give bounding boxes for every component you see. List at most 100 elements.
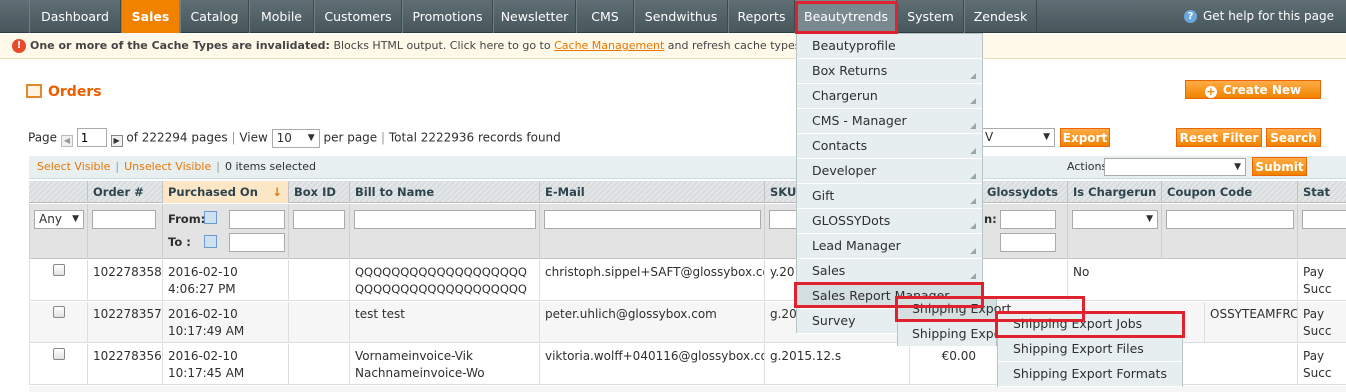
glossydots-from-input[interactable] [1000, 210, 1056, 229]
menu-label: Shipping Export Formats [1013, 366, 1167, 381]
row-checkbox[interactable] [52, 264, 65, 276]
calendar-icon[interactable] [204, 235, 217, 248]
calendar-icon[interactable] [204, 211, 217, 224]
menu-item-shipping-export-formats[interactable]: Shipping Export Formats [998, 362, 1182, 387]
filter-chargerun: ▼ [1067, 204, 1161, 259]
export-format-select[interactable]: V ▼ [980, 128, 1055, 147]
col-purchased-on[interactable]: Purchased On ↓ [162, 181, 288, 203]
status-filter-input[interactable] [1302, 210, 1346, 229]
row-checkbox[interactable] [52, 348, 65, 360]
to-label: To : [168, 235, 191, 249]
name-filter-input[interactable] [354, 210, 536, 229]
col-status[interactable]: Stat [1297, 181, 1346, 203]
per-page-select[interactable]: 10 ▼ [271, 128, 320, 148]
error-icon: ! [12, 39, 26, 53]
glossydots-to-input[interactable] [1000, 233, 1056, 252]
actions-select[interactable]: ▼ [1104, 158, 1246, 176]
nav-customers[interactable]: Customers [314, 0, 402, 33]
cell-order: 102278358 [87, 260, 162, 301]
nav-system[interactable]: System [897, 0, 964, 33]
cache-management-link[interactable]: Cache Management [554, 39, 664, 52]
menu-item-glossydots[interactable]: GLOSSYDots [797, 209, 982, 234]
unselect-visible-link[interactable]: Unselect Visible [124, 160, 211, 173]
menu-label: Lead Manager [812, 238, 901, 253]
col-bill-to-name[interactable]: Bill to Name [349, 181, 539, 203]
nav-zendesk[interactable]: Zendesk [964, 0, 1037, 33]
cell-status: Pay Succ [1297, 302, 1346, 343]
cell-box-id [288, 344, 349, 385]
menu-item-gift[interactable]: Gift [797, 184, 982, 209]
menu-item-sales[interactable]: Sales [797, 259, 982, 284]
page-label: Page [28, 130, 58, 145]
prev-page-icon[interactable]: ◀ [60, 134, 73, 147]
col-coupon-code[interactable]: Coupon Code [1161, 181, 1297, 203]
total-records: Total 2222936 records found [388, 130, 561, 145]
reset-filter-button[interactable]: Reset Filter [1176, 128, 1262, 147]
col-email[interactable]: E-Mail [539, 181, 764, 203]
chevron-down-icon: ▼ [1043, 132, 1050, 142]
filter-glossydots: n: [981, 204, 1067, 259]
grid-header: Order # Purchased On ↓ Box ID Bill to Nam… [29, 181, 1346, 203]
nav-catalog[interactable]: Catalog [180, 0, 249, 33]
filter-any-value: Any [39, 212, 62, 226]
menu-item-developer[interactable]: Developer [797, 159, 982, 184]
coupon-filter-input[interactable] [1166, 210, 1294, 229]
row-checkbox[interactable] [52, 306, 65, 318]
col-glossydots[interactable]: Glossydots [981, 181, 1067, 203]
select-visible-link[interactable]: Select Visible [37, 160, 110, 173]
chevron-down-icon: ▼ [307, 132, 315, 143]
row-checkbox-cell [29, 260, 87, 301]
nav-newsletter[interactable]: Newsletter [493, 0, 576, 33]
menu-item-contacts[interactable]: Contacts [797, 134, 982, 159]
nav-sales[interactable]: Sales [121, 0, 180, 33]
date-from-input[interactable] [229, 210, 285, 229]
page-input[interactable] [76, 128, 107, 147]
email-filter-input[interactable] [544, 210, 761, 229]
chargerun-filter-select[interactable]: ▼ [1072, 210, 1158, 229]
nav-sendwithus[interactable]: Sendwithus [634, 0, 728, 33]
col-box-id[interactable]: Box ID [288, 181, 349, 203]
box-id-filter-input[interactable] [293, 210, 345, 229]
nav-promotions[interactable]: Promotions [402, 0, 493, 33]
menu-item-shipping-export-2[interactable]: Shipping Export [898, 322, 1011, 347]
export-button[interactable]: Export [1060, 128, 1110, 147]
notice-bold: One or more of the Cache Types are inval… [30, 39, 330, 52]
menu-item-cms-manager[interactable]: CMS - Manager [797, 109, 982, 134]
menu-item-chargerun[interactable]: Chargerun [797, 84, 982, 109]
next-page-icon[interactable]: ▶ [110, 134, 123, 147]
from-label: From: [168, 212, 206, 226]
nav-cms[interactable]: CMS [576, 0, 634, 33]
menu-item-lead-manager[interactable]: Lead Manager [797, 234, 982, 259]
menu-item-box-returns[interactable]: Box Returns [797, 59, 982, 84]
main-nav: Dashboard Sales Catalog Mobile Customers… [0, 0, 1346, 33]
nav-dashboard[interactable]: Dashboard [29, 0, 121, 33]
create-new-order-button[interactable]: + Create New Order [1185, 80, 1321, 115]
filter-any-select[interactable]: Any ▼ [34, 210, 84, 229]
cell-order: 102278357 [87, 302, 162, 343]
help-link[interactable]: ? Get help for this page [1184, 0, 1334, 33]
submenu-arrow-icon [970, 198, 976, 204]
search-button[interactable]: Search [1266, 128, 1321, 147]
menu-item-beautyprofile[interactable]: Beautyprofile [797, 34, 982, 59]
order-filter-input[interactable] [92, 210, 156, 229]
pages-count: of 222294 pages [126, 130, 228, 145]
submit-button[interactable]: Submit [1252, 157, 1307, 176]
menu-label: Gift [812, 188, 835, 203]
cell-status: Pay Succ [1297, 344, 1346, 385]
menu-item-shipping-export-files[interactable]: Shipping Export Files [998, 337, 1182, 362]
menu-label: Shipping Export Files [1013, 341, 1144, 356]
nav-mobile[interactable]: Mobile [249, 0, 314, 33]
chevron-down-icon: ▼ [1234, 162, 1241, 172]
date-to-input[interactable] [229, 233, 285, 252]
cell-status: Pay Succ [1297, 260, 1346, 301]
submenu-arrow-icon [970, 148, 976, 154]
col-is-chargerun[interactable]: Is Chargerun [1067, 181, 1161, 203]
help-icon: ? [1184, 10, 1197, 23]
menu-label: Developer [812, 163, 877, 178]
col-order[interactable]: Order # [87, 181, 162, 203]
menu-label: Survey [812, 313, 856, 328]
table-row[interactable]: 102278358 2016-02-10 4:06:27 PM QQQQQQQQ… [29, 260, 1346, 301]
menu-label: Box Returns [812, 63, 888, 78]
menu-label: Beautyprofile [812, 38, 896, 53]
nav-reports[interactable]: Reports [728, 0, 795, 33]
